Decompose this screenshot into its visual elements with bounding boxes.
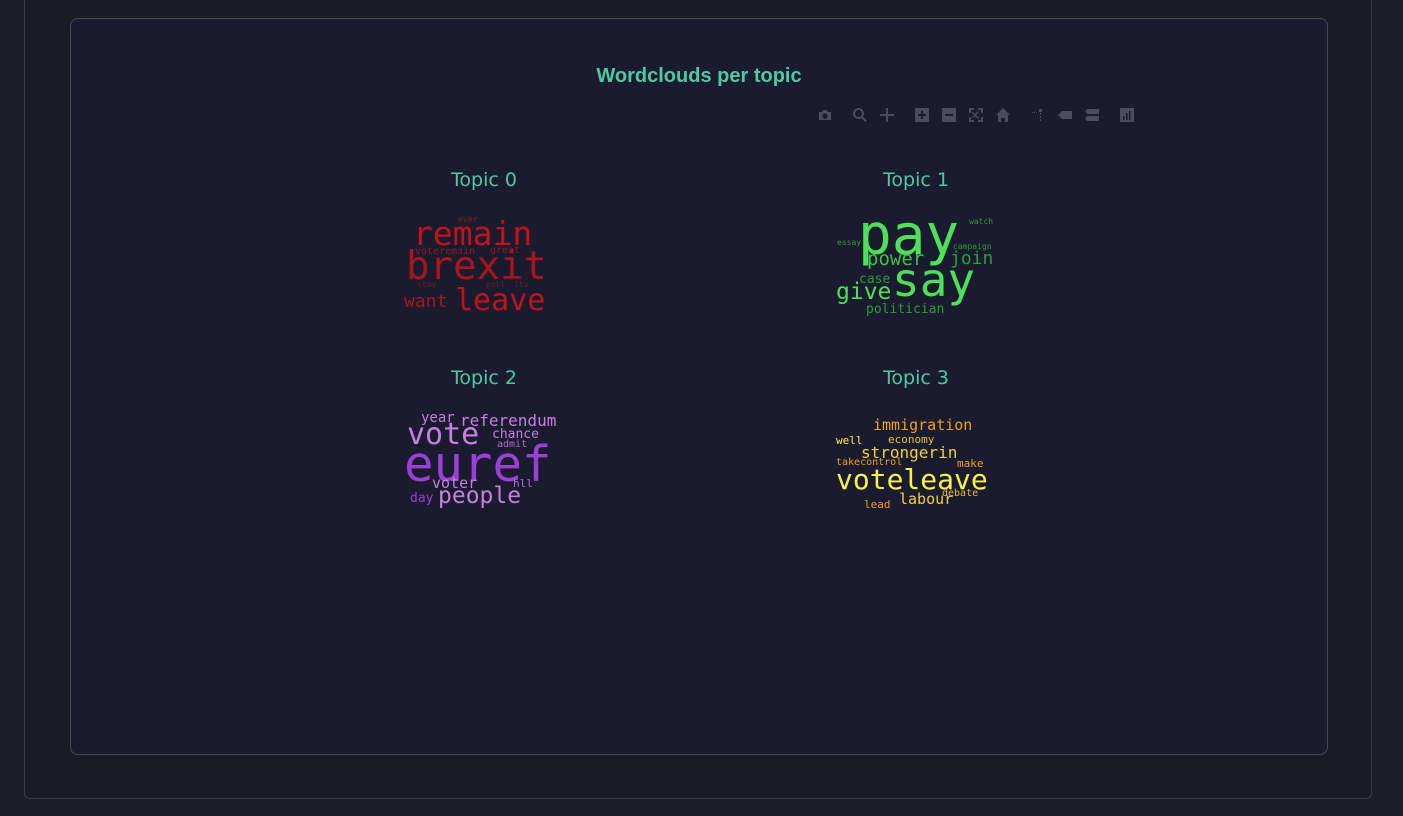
zoom-out-icon[interactable] — [940, 106, 958, 124]
autoscale-icon[interactable] — [967, 106, 985, 124]
wordcloud-figure: Wordclouds per topic Topic 0 ever remain… — [70, 18, 1328, 755]
topic-2-title: Topic 2 — [451, 367, 517, 389]
word-day: day — [410, 491, 434, 506]
word-leave: leave — [455, 283, 546, 318]
plotly-logo-icon[interactable] — [1118, 106, 1136, 124]
word-watch: watch — [969, 217, 994, 226]
topic-0-title: Topic 0 — [451, 169, 517, 191]
zoom-in-icon[interactable] — [913, 106, 931, 124]
topic-3-title: Topic 3 — [883, 367, 949, 389]
word-labour: labour — [899, 490, 954, 508]
topic-3-wordcloud: immigration well economy strongerin take… — [836, 412, 996, 512]
word-say: say — [892, 253, 976, 307]
word-politician: politician — [866, 302, 945, 317]
spike-lines-icon[interactable] — [1029, 106, 1047, 124]
topic-1-title: Topic 1 — [883, 169, 949, 191]
zoom-icon[interactable] — [851, 106, 869, 124]
word-give: give — [836, 279, 892, 305]
word-stay: stay — [417, 280, 437, 289]
plot-modebar — [816, 105, 1145, 125]
hover-closest-icon[interactable] — [1056, 106, 1074, 124]
word-immigration: immigration — [873, 416, 973, 434]
figure-title: Wordclouds per topic — [596, 65, 802, 87]
pan-icon[interactable] — [878, 106, 896, 124]
camera-icon[interactable] — [816, 106, 834, 124]
word-lead: lead — [864, 498, 891, 511]
word-people: people — [438, 483, 522, 509]
word-want: want — [404, 291, 448, 312]
topic-1-wordcloud: watch essay pay campaign power join case… — [836, 208, 996, 317]
word-well: well — [836, 434, 863, 447]
topic-0-wordcloud: ever remain voteremain great brexit stay… — [404, 214, 564, 318]
home-icon[interactable] — [994, 106, 1012, 124]
topic-2-wordcloud: year referendum vote chance admit euref … — [404, 411, 564, 512]
hover-compare-icon[interactable] — [1083, 106, 1101, 124]
